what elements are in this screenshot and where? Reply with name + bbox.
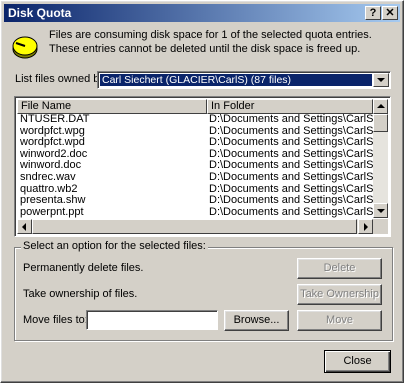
vertical-scroll-thumb[interactable] <box>373 114 388 132</box>
arrow-left-icon <box>22 223 26 231</box>
dropdown-button[interactable] <box>373 73 389 87</box>
disk-quota-dialog: Disk Quota ? ✕ Files are consuming disk … <box>0 0 404 383</box>
move-label: Move files to: <box>23 314 88 326</box>
table-row[interactable]: sndrec.wav D:\Documents and Settings\Carl… <box>17 170 373 184</box>
chevron-down-icon <box>377 78 385 82</box>
warning-message: Files are consuming disk space for 1 of … <box>49 29 372 55</box>
owner-label: List files owned by: <box>15 73 108 85</box>
title-bar[interactable]: Disk Quota ? ✕ <box>4 4 400 22</box>
options-group-title: Select an option for the selected files: <box>21 240 208 252</box>
arrow-right-icon <box>364 223 368 231</box>
table-row[interactable]: presenta.shw D:\Documents and Settings\Ca… <box>17 195 373 207</box>
file-name-cell: powerpnt.ppt <box>20 205 84 218</box>
folder-cell: D:\Documents and Settings\CarlS.GLACI <box>209 114 373 125</box>
column-header-file-name[interactable]: File Name <box>17 99 207 114</box>
scroll-right-button[interactable] <box>358 219 373 234</box>
take-ownership-button[interactable]: Take Ownership <box>297 284 382 305</box>
arrow-up-icon <box>377 104 385 108</box>
scroll-left-button[interactable] <box>17 219 32 234</box>
table-row[interactable]: powerpnt.ppt D:\Documents and Settings\Ca… <box>17 205 373 218</box>
window-title: Disk Quota <box>8 6 72 20</box>
delete-label: Permanently delete files. <box>23 262 144 274</box>
column-header-in-folder[interactable]: In Folder <box>207 99 373 114</box>
folder-cell: D:\Documents and Settings\CarlS.GLACI <box>209 194 373 207</box>
move-button[interactable]: Move <box>297 310 382 331</box>
close-button[interactable]: Close <box>324 350 391 373</box>
delete-button[interactable]: Delete <box>297 258 382 279</box>
folder-cell: D:\Documents and Settings\CarlS.GLACI <box>209 205 373 218</box>
arrow-down-icon <box>377 209 385 213</box>
move-destination-field[interactable] <box>86 310 218 330</box>
folder-cell: D:\Documents and Settings\CarlS.GLACI <box>209 170 373 183</box>
owner-selected-value: Carl Siechert (GLACIER\CarlS) (87 files) <box>100 74 372 86</box>
help-button[interactable]: ? <box>365 6 381 20</box>
list-rows: NTUSER.DAT D:\Documents and Settings\Carl… <box>17 114 373 218</box>
browse-button[interactable]: Browse... <box>224 310 289 331</box>
scroll-down-button[interactable] <box>373 203 388 218</box>
file-name-cell: NTUSER.DAT <box>20 114 90 125</box>
list-header: File Name In Folder <box>17 99 373 114</box>
options-group: Select an option for the selected files:… <box>14 240 393 341</box>
owner-dropdown[interactable]: Carl Siechert (GLACIER\CarlS) (87 files) <box>97 71 391 89</box>
horizontal-scroll-thumb[interactable] <box>32 219 357 234</box>
file-name-cell: presenta.shw <box>20 194 86 207</box>
close-window-button[interactable]: ✕ <box>382 6 398 20</box>
ownership-label: Take ownership of files. <box>23 288 138 300</box>
vertical-scrollbar[interactable] <box>373 99 388 218</box>
scroll-up-button[interactable] <box>373 99 388 114</box>
scrollbar-corner <box>373 219 388 234</box>
file-name-cell: sndrec.wav <box>20 170 76 183</box>
file-list[interactable]: File Name In Folder NTUSER.DAT D:\Documen… <box>14 96 391 237</box>
table-row[interactable]: NTUSER.DAT D:\Documents and Settings\Carl… <box>17 114 373 126</box>
horizontal-scrollbar[interactable] <box>17 219 373 234</box>
disk-quota-icon <box>12 36 38 59</box>
